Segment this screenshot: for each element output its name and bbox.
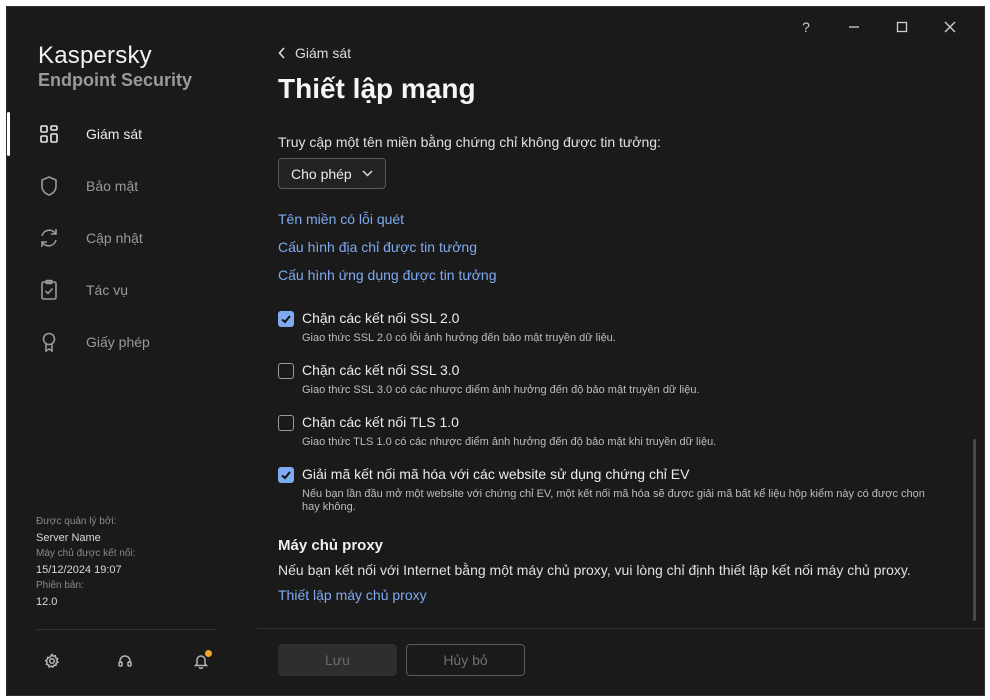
proxy-section-description: Nếu bạn kết nối với Internet bằng một má… bbox=[278, 562, 911, 578]
chevron-left-icon bbox=[278, 47, 285, 59]
block-tls10-checkbox[interactable] bbox=[278, 415, 294, 431]
clipboard-check-icon bbox=[37, 278, 61, 302]
untrusted-domain-select-value: Cho phép bbox=[291, 165, 352, 182]
server-connected-value: 15/12/2024 19:07 bbox=[36, 564, 122, 576]
sidebar-item-label: Giấy phép bbox=[86, 334, 150, 350]
brand-product: Endpoint Security bbox=[38, 70, 193, 90]
sidebar-item-label: Cập nhật bbox=[86, 230, 143, 246]
sidebar-item-license[interactable]: Giấy phép bbox=[7, 316, 257, 368]
block-ssl2-checkbox[interactable] bbox=[278, 311, 294, 327]
management-info: Được quản lý bởi: Server Name Máy chủ đư… bbox=[36, 514, 135, 610]
shield-icon bbox=[37, 174, 61, 198]
version-value: 12.0 bbox=[36, 596, 58, 608]
chevron-down-icon bbox=[362, 170, 373, 177]
block-ssl3-description: Giao thức SSL 3.0 có các nhược điểm ảnh … bbox=[302, 384, 700, 396]
version-label: Phiên bản: bbox=[36, 580, 84, 591]
settings-gear-icon[interactable] bbox=[42, 651, 62, 671]
back-link-label: Giám sát bbox=[295, 45, 352, 61]
app-window: ? Kaspersky Endpoint Security Giám sát B… bbox=[6, 6, 985, 696]
refresh-icon bbox=[37, 226, 61, 250]
block-ssl2-label[interactable]: Chặn các kết nối SSL 2.0 bbox=[302, 310, 459, 326]
untrusted-domain-select[interactable]: Cho phép bbox=[278, 158, 386, 189]
sidebar-item-monitoring[interactable]: Giám sát bbox=[7, 108, 257, 160]
sidebar: Kaspersky Endpoint Security Giám sát Bảo… bbox=[7, 7, 257, 695]
brand-name: Kaspersky bbox=[38, 42, 152, 69]
managed-by-value: Server Name bbox=[36, 532, 101, 544]
cancel-button[interactable]: Hủy bỏ bbox=[406, 644, 525, 676]
page-title: Thiết lập mạng bbox=[278, 73, 476, 104]
managed-by-label: Được quản lý bởi: bbox=[36, 516, 117, 527]
block-ssl2-description: Giao thức SSL 2.0 có lỗi ảnh hưởng đến b… bbox=[302, 332, 616, 344]
block-tls10-label[interactable]: Chặn các kết nối TLS 1.0 bbox=[302, 414, 459, 430]
block-ssl3-checkbox[interactable] bbox=[278, 363, 294, 379]
sidebar-item-label: Bảo mật bbox=[86, 178, 139, 194]
checkmark-icon bbox=[281, 315, 291, 324]
license-ribbon-icon bbox=[37, 330, 61, 354]
footer-divider bbox=[257, 628, 984, 629]
bell-notification-icon[interactable] bbox=[191, 650, 212, 671]
headset-support-icon[interactable] bbox=[115, 651, 135, 671]
proxy-section-heading: Máy chủ proxy bbox=[278, 537, 384, 554]
block-tls10-description: Giao thức TLS 1.0 có các nhược điểm ảnh … bbox=[302, 436, 717, 448]
block-ssl3-label[interactable]: Chặn các kết nối SSL 3.0 bbox=[302, 362, 459, 378]
sidebar-item-update[interactable]: Cập nhật bbox=[7, 212, 257, 264]
back-link[interactable]: Giám sát bbox=[278, 45, 351, 61]
decrypt-ev-checkbox[interactable] bbox=[278, 467, 294, 483]
sidebar-item-label: Tác vụ bbox=[86, 282, 129, 298]
sidebar-item-tasks[interactable]: Tác vụ bbox=[7, 264, 257, 316]
server-connected-label: Máy chủ được kết nối: bbox=[36, 548, 136, 559]
untrusted-domain-question: Truy cập một tên miền bằng chứng chỉ khô… bbox=[278, 134, 661, 150]
main-content: Giám sát Thiết lập mạng Truy cập một tên… bbox=[257, 7, 984, 695]
sidebar-item-label: Giám sát bbox=[86, 126, 143, 142]
sidebar-item-security[interactable]: Bảo mật bbox=[7, 160, 257, 212]
dashboard-grid-icon bbox=[37, 122, 61, 146]
notification-dot bbox=[205, 650, 212, 657]
proxy-settings-link[interactable]: Thiết lập máy chủ proxy bbox=[278, 587, 427, 603]
sidebar-bottom-toolbar bbox=[7, 647, 257, 675]
trusted-apps-link[interactable]: Cấu hình ứng dụng được tin tưởng bbox=[278, 267, 497, 283]
sidebar-nav: Giám sát Bảo mật Cập nhật Tác vụ Giấy ph… bbox=[7, 108, 257, 368]
checkmark-icon bbox=[281, 471, 291, 480]
decrypt-ev-description: Nếu bạn lần đầu mở một website với chứng… bbox=[302, 488, 925, 513]
trusted-addresses-link[interactable]: Cấu hình địa chỉ được tin tưởng bbox=[278, 239, 477, 255]
save-button[interactable]: Lưu bbox=[278, 644, 397, 676]
scan-error-domains-link[interactable]: Tên miền có lỗi quét bbox=[278, 211, 404, 227]
sidebar-divider bbox=[36, 629, 216, 630]
scrollbar[interactable] bbox=[973, 439, 976, 621]
decrypt-ev-label[interactable]: Giải mã kết nối mã hóa với các website s… bbox=[302, 466, 689, 482]
